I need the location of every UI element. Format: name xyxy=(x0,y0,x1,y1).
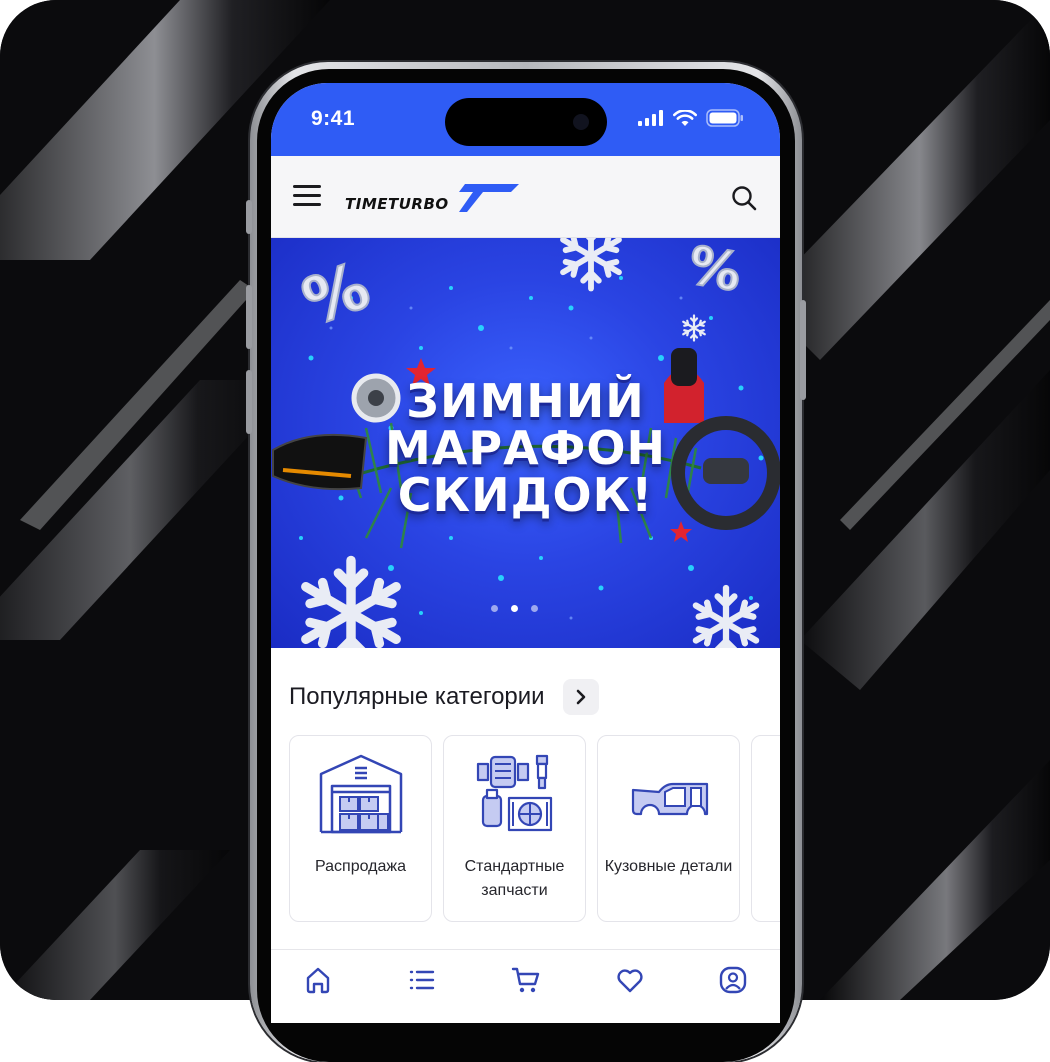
engine-parts-icon xyxy=(476,754,552,832)
status-time: 9:41 xyxy=(311,107,356,130)
carousel-dot[interactable] xyxy=(491,605,498,612)
category-label: Стандартные запчасти xyxy=(464,858,565,899)
logo-text: TIMETURBO xyxy=(345,195,449,213)
category-card-sale[interactable]: Распродажа xyxy=(289,735,432,922)
wifi-icon xyxy=(673,109,697,126)
battery-icon xyxy=(706,109,743,127)
banner-title-line: МАРАФОН xyxy=(385,421,666,475)
category-card-body-parts[interactable]: Кузовные детали xyxy=(597,735,740,922)
catalog-list-icon[interactable] xyxy=(407,965,437,995)
svg-text:%: % xyxy=(294,249,380,340)
phone-side-button xyxy=(246,285,252,349)
profile-icon[interactable] xyxy=(718,965,748,995)
home-icon[interactable] xyxy=(303,965,333,995)
categories-header: Популярные категории xyxy=(289,679,599,715)
phone-side-button xyxy=(246,200,252,234)
banner-title-line: СКИДОК! xyxy=(397,468,654,522)
status-bar: 9:41 xyxy=(271,83,780,156)
see-all-categories-button[interactable] xyxy=(562,679,599,715)
warehouse-icon xyxy=(319,754,402,834)
app-header: TIMETURBO xyxy=(271,156,780,238)
cart-icon[interactable] xyxy=(511,965,541,995)
category-label: Кузовные детали xyxy=(604,858,733,875)
signal-icon xyxy=(638,110,663,126)
heart-icon[interactable] xyxy=(615,965,645,995)
car-body-icon xyxy=(631,782,708,816)
categories-carousel: Распродажа Стандартные запчасти Кузовные… xyxy=(289,735,780,922)
category-card-standard-parts[interactable]: Стандартные запчасти xyxy=(443,735,586,922)
phone-side-button xyxy=(246,370,252,434)
phone-side-button xyxy=(800,300,806,400)
search-icon[interactable] xyxy=(730,184,758,212)
timeturbo-logo[interactable]: TIMETURBO xyxy=(345,180,525,220)
banner-title-line: ЗИМНИЙ xyxy=(406,374,645,428)
svg-text:%: % xyxy=(684,238,746,304)
dynamic-island xyxy=(445,98,607,146)
chevron-right-icon xyxy=(576,689,585,705)
category-card-partial[interactable] xyxy=(751,735,780,922)
bottom-tab-bar xyxy=(271,949,780,1023)
banner-title: ЗИМНИЙ МАРАФОН СКИДОК! xyxy=(271,378,780,519)
app-screen: 9:41 TIMETURBO % % ЗИМНИЙ МАРАФОН СКИДОК… xyxy=(271,83,780,1023)
section-title: Популярные категории xyxy=(289,683,545,710)
carousel-dots xyxy=(491,605,538,612)
promo-banner[interactable]: % % ЗИМНИЙ МАРАФОН СКИДОК! xyxy=(271,238,780,648)
carousel-dot-active[interactable] xyxy=(511,605,518,612)
category-label: Распродажа xyxy=(315,858,406,875)
menu-icon[interactable] xyxy=(293,185,321,209)
carousel-dot[interactable] xyxy=(531,605,538,612)
